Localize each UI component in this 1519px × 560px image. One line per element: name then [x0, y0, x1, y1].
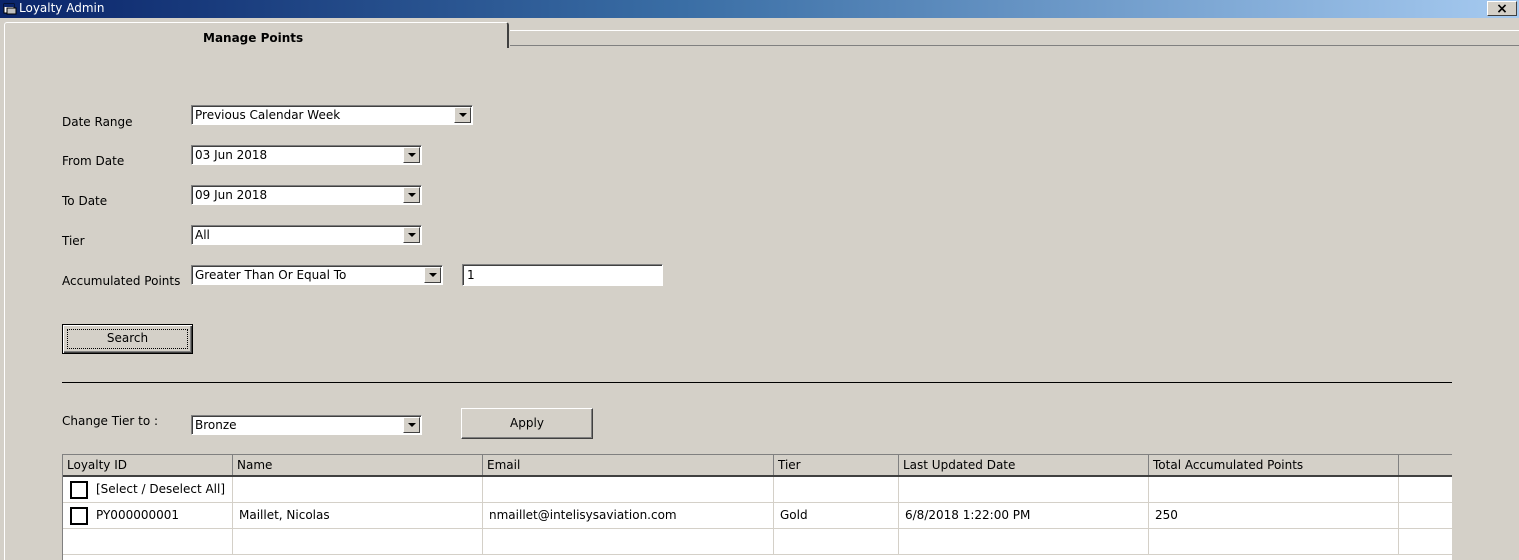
empty-cell	[483, 529, 774, 554]
row-checkbox[interactable]	[70, 507, 88, 525]
empty-cell	[1149, 529, 1399, 554]
empty-cell	[774, 529, 899, 554]
from-date-label: From Date	[62, 154, 125, 168]
select-all-label: [Select / Deselect All]	[96, 482, 226, 496]
change-tier-select[interactable]: Bronze	[191, 415, 422, 435]
window-title: Loyalty Admin	[19, 1, 105, 15]
select-all-row: [Select / Deselect All]	[63, 477, 1452, 503]
empty-cell	[899, 477, 1149, 502]
tab-strip-shadow	[510, 45, 1519, 46]
chevron-down-icon[interactable]	[403, 187, 420, 203]
tab-strip-line	[510, 30, 1519, 31]
name-cell: Maillet, Nicolas	[233, 503, 483, 528]
panel-border	[4, 46, 5, 560]
empty-cell	[1149, 477, 1399, 502]
empty-cell	[233, 529, 483, 554]
search-button[interactable]: Search	[62, 324, 193, 354]
tier-cell: Gold	[774, 503, 899, 528]
chevron-down-icon[interactable]	[403, 147, 420, 163]
total-points-cell: 250	[1149, 503, 1399, 528]
tab-manage-points[interactable]: Manage Points	[4, 22, 509, 48]
search-button-label: Search	[106, 331, 149, 345]
tab-label: Manage Points	[203, 31, 304, 45]
accumulated-points-label: Accumulated Points	[62, 274, 181, 288]
chevron-down-icon[interactable]	[424, 267, 441, 283]
date-range-select[interactable]: Previous Calendar Week	[191, 105, 473, 125]
empty-cell	[899, 529, 1149, 554]
empty-cell	[774, 477, 899, 502]
date-range-value: Previous Calendar Week	[195, 108, 341, 122]
loyalty-members-grid[interactable]: Loyalty ID Name Email Tier Last Updated …	[62, 454, 1452, 560]
chevron-down-icon[interactable]	[454, 107, 471, 123]
last-updated-cell: 6/8/2018 1:22:00 PM	[899, 503, 1149, 528]
select-all-checkbox[interactable]	[70, 481, 88, 499]
column-header-email[interactable]: Email	[483, 455, 774, 475]
loyalty-id-cell: PY000000001	[63, 503, 233, 528]
chevron-down-icon[interactable]	[403, 227, 420, 243]
column-header-loyalty-id[interactable]: Loyalty ID	[63, 455, 233, 475]
column-header-tier[interactable]: Tier	[774, 455, 899, 475]
to-date-label: To Date	[62, 194, 108, 208]
grid-header: Loyalty ID Name Email Tier Last Updated …	[63, 455, 1452, 477]
separator	[62, 382, 1452, 383]
points-value: 1	[467, 268, 475, 282]
apply-button-label: Apply	[510, 416, 544, 430]
email-cell: nmaillet@intelisysaviation.com	[483, 503, 774, 528]
points-operator-select[interactable]: Greater Than Or Equal To	[191, 265, 443, 285]
to-date-picker[interactable]: 09 Jun 2018	[191, 185, 422, 205]
to-date-value: 09 Jun 2018	[195, 188, 268, 202]
chevron-down-icon[interactable]	[403, 417, 420, 433]
app-window-icon	[3, 3, 17, 15]
empty-row	[63, 529, 1452, 555]
tier-value: All	[195, 228, 210, 242]
empty-cell	[63, 529, 233, 554]
select-all-cell: [Select / Deselect All]	[63, 477, 233, 502]
points-operator-value: Greater Than Or Equal To	[195, 268, 347, 282]
table-row[interactable]: PY000000001 Maillet, Nicolas nmaillet@in…	[63, 503, 1452, 529]
tier-select[interactable]: All	[191, 225, 422, 245]
empty-cell	[483, 477, 774, 502]
column-header-total-points[interactable]: Total Accumulated Points	[1149, 455, 1399, 475]
from-date-picker[interactable]: 03 Jun 2018	[191, 145, 422, 165]
apply-button[interactable]: Apply	[461, 408, 593, 439]
date-range-label: Date Range	[62, 115, 133, 129]
close-button[interactable]: ×	[1487, 1, 1517, 17]
column-header-filler	[1399, 455, 1453, 475]
column-header-last-updated[interactable]: Last Updated Date	[899, 455, 1149, 475]
points-value-input[interactable]: 1	[462, 264, 663, 286]
change-tier-label: Change Tier to :	[62, 414, 159, 428]
empty-cell	[233, 477, 483, 502]
from-date-value: 03 Jun 2018	[195, 148, 268, 162]
title-bar: Loyalty Admin ×	[0, 0, 1519, 18]
column-header-name[interactable]: Name	[233, 455, 483, 475]
loyalty-id: PY000000001	[96, 508, 180, 522]
change-tier-value: Bronze	[195, 418, 237, 432]
tier-label: Tier	[62, 234, 85, 248]
